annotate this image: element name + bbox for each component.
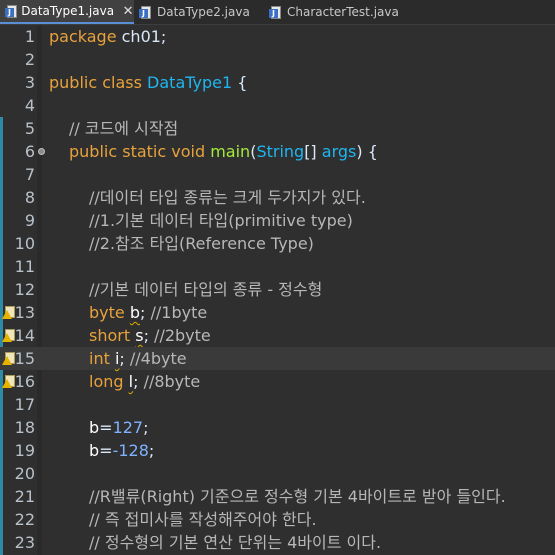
tab-datatype2[interactable]: J DataType2.java — [134, 0, 264, 24]
code-line: 11 — [0, 255, 555, 278]
tab-charactertest[interactable]: J CharacterTest.java — [264, 0, 414, 24]
code-text: int i; //4byte — [89, 349, 187, 368]
line-number: 18 — [14, 418, 35, 437]
code-text: //1.기본 데이터 타입(primitive type) — [89, 211, 353, 230]
code-text: package ch01; — [49, 27, 167, 46]
line-number: 17 — [14, 395, 35, 414]
code-line: 23 // 정수형의 기본 연산 단위는 4바이트 이다. — [0, 531, 555, 554]
code-text: byte b; //1byte — [89, 303, 208, 322]
line-number: 19 — [14, 441, 35, 460]
fold-toggle-icon[interactable] — [38, 148, 45, 155]
line-number: 15 — [14, 349, 35, 368]
line-number: 11 — [14, 257, 35, 276]
code-line: 21 //R밸류(Right) 기준으로 정수형 기본 4바이트로 받아 들인다… — [0, 485, 555, 508]
line-number: 21 — [14, 487, 35, 506]
tab-datatype1[interactable]: J DataType1.java ✕ — [0, 0, 134, 24]
code-line-current: 15 int i; //4byte — [0, 347, 555, 370]
code-text: //기본 데이터 타입의 종류 - 정수형 — [89, 280, 323, 299]
code-text: b=-128; — [89, 441, 155, 460]
code-line: 10 //2.참조 타입(Reference Type) — [0, 232, 555, 255]
code-text: short s; //2byte — [89, 326, 211, 345]
tab-label: DataType2.java — [157, 5, 250, 19]
code-editor[interactable]: 1 package ch01; 2 3 public class DataTyp… — [0, 25, 555, 555]
code-text: // 코드에 시작점 — [69, 119, 179, 138]
line-number: 12 — [14, 280, 35, 299]
code-line: 6 public static void main(String[] args)… — [0, 140, 555, 163]
line-number: 20 — [14, 464, 35, 483]
line-number: 5 — [24, 119, 35, 138]
code-line: 5 // 코드에 시작점 — [0, 117, 555, 140]
tab-label: CharacterTest.java — [287, 5, 399, 19]
code-line: 3 public class DataType1 { — [0, 71, 555, 94]
code-text: public class DataType1 { — [49, 73, 248, 92]
code-line: 20 — [0, 462, 555, 485]
java-file-icon: J — [139, 5, 152, 19]
line-number: 14 — [14, 326, 35, 345]
line-number: 22 — [14, 510, 35, 529]
line-number: 1 — [24, 27, 35, 46]
line-number: 23 — [14, 533, 35, 552]
code-line: 18 b=127; — [0, 416, 555, 439]
code-text: // 정수형의 기본 연산 단위는 4바이트 이다. — [89, 533, 382, 552]
editor-tab-bar: J DataType1.java ✕ J DataType2.java J Ch… — [0, 0, 555, 25]
code-line: 9 //1.기본 데이터 타입(primitive type) — [0, 209, 555, 232]
code-line: 1 package ch01; — [0, 25, 555, 48]
code-text: b=127; — [89, 418, 149, 437]
line-number: 10 — [14, 234, 35, 253]
line-number: 8 — [24, 188, 35, 207]
code-text: //2.참조 타입(Reference Type) — [89, 234, 314, 253]
line-number: 7 — [24, 165, 35, 184]
java-file-icon: J — [5, 4, 17, 18]
code-text: //데이터 타입 종류는 크게 두가지가 있다. — [89, 188, 366, 207]
line-number: 2 — [24, 50, 35, 69]
code-line: 19 b=-128; — [0, 439, 555, 462]
line-number: 16 — [14, 372, 35, 391]
code-text: // 즉 접미사를 작성해주어야 한다. — [89, 510, 317, 529]
code-line: 8 //데이터 타입 종류는 크게 두가지가 있다. — [0, 186, 555, 209]
line-number: 4 — [24, 96, 35, 115]
code-text: long l; //8byte — [89, 372, 201, 391]
line-number: 13 — [14, 303, 35, 322]
line-number: 9 — [24, 211, 35, 230]
code-line: 12 //기본 데이터 타입의 종류 - 정수형 — [0, 278, 555, 301]
line-number: 3 — [24, 73, 35, 92]
code-line: 22 // 즉 접미사를 작성해주어야 한다. — [0, 508, 555, 531]
code-line: 13 byte b; //1byte — [0, 301, 555, 324]
close-icon[interactable]: ✕ — [122, 4, 134, 19]
code-line: 14 short s; //2byte — [0, 324, 555, 347]
code-line: 4 — [0, 94, 555, 117]
tab-label: DataType1.java — [21, 4, 115, 18]
code-text: public static void main(String[] args) { — [69, 142, 378, 161]
code-line: 7 — [0, 163, 555, 186]
code-line: 17 — [0, 393, 555, 416]
code-text: //R밸류(Right) 기준으로 정수형 기본 4바이트로 받아 들인다. — [89, 487, 506, 506]
code-line: 16 long l; //8byte — [0, 370, 555, 393]
line-number: 6 — [24, 142, 35, 161]
code-line: 2 — [0, 48, 555, 71]
java-file-icon: J — [269, 5, 282, 19]
